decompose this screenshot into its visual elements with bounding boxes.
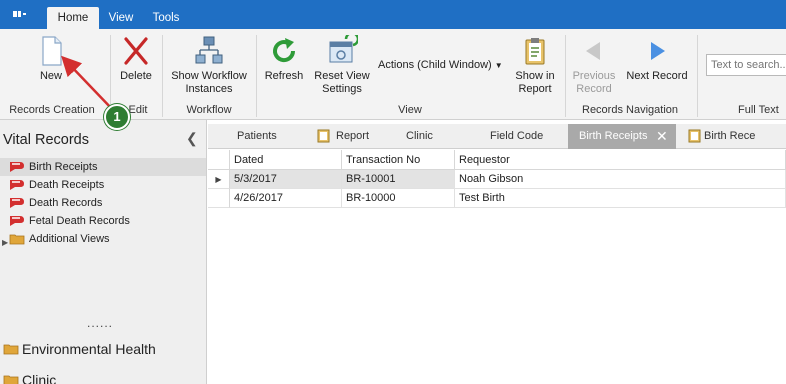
step-callout-badge: 1	[104, 104, 130, 130]
annotation-arrow	[61, 55, 114, 111]
